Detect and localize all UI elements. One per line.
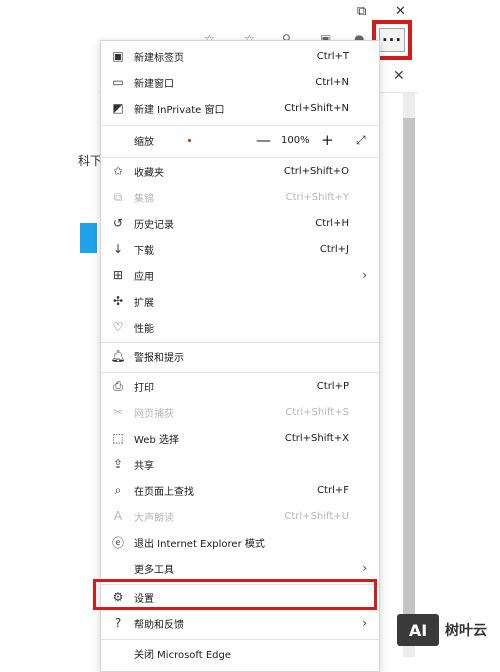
menu-item-extensions[interactable]: ✣ 扩展	[101, 288, 379, 314]
zoom-value: 100%	[281, 134, 310, 146]
menu-item-label: 大声朗读	[134, 512, 174, 524]
apps-icon: ⊞	[112, 268, 124, 282]
watermark-logo: AI	[397, 614, 439, 646]
menu-item-label: 集锦	[134, 193, 154, 205]
chevron-right-icon: ›	[362, 616, 367, 630]
menu-item-help-feedback[interactable]: ? 帮助和反馈 ›	[101, 610, 379, 636]
menu-item-shortcut: Ctrl+Shift+U	[284, 510, 349, 522]
zoom-label: 缩放	[134, 136, 154, 148]
zoom-in-button[interactable]: +	[321, 131, 334, 149]
menu-item-collections[interactable]: ⧉ 集锦 Ctrl+Shift+Y	[101, 184, 379, 210]
collections-icon: ⧉	[113, 189, 123, 204]
menu-item-shortcut: Ctrl+Shift+O	[283, 165, 349, 177]
menu-item-label: 新建窗口	[134, 78, 174, 90]
menu-item-history[interactable]: ↺ 历史记录 Ctrl+H	[101, 210, 379, 236]
menu-item-favorites[interactable]: ✩ 收藏夹 Ctrl+Shift+O	[101, 158, 379, 184]
download-icon: ↓	[112, 242, 124, 256]
menu-item-shortcut: Ctrl+Shift+N	[284, 102, 349, 114]
restore-window-button[interactable]: ⧉	[357, 4, 366, 19]
menu-item-performance[interactable]: ♡ 性能	[101, 314, 379, 340]
more-options-menu: ▣ 新建标签页 Ctrl+T ▭ 新建窗口 Ctrl+N ◩ 新建 InPriv…	[100, 40, 380, 672]
web-capture-icon: ✂	[112, 405, 124, 419]
menu-item-new-tab[interactable]: ▣ 新建标签页 Ctrl+T	[101, 43, 379, 69]
scrollbar-thumb[interactable]	[403, 118, 415, 638]
menu-item-apps[interactable]: ⊞ 应用 ›	[101, 262, 379, 288]
menu-divider	[101, 125, 379, 126]
menu-item-label: 更多工具	[134, 564, 174, 576]
menu-item-label: 共享	[134, 460, 154, 472]
menu-item-shortcut: Ctrl+Shift+S	[285, 406, 349, 418]
menu-item-shortcut: Ctrl+Shift+X	[284, 432, 349, 444]
menu-item-zoom: 缩放 — 100% + ⤢	[101, 127, 379, 153]
red-dot-marker	[188, 138, 191, 142]
page-text-fragment: 科下	[78, 154, 103, 168]
share-icon: ⇪	[112, 457, 124, 471]
watermark-text: 树叶云	[445, 623, 487, 639]
extensions-icon: ✣	[112, 294, 124, 308]
menu-item-shortcut: Ctrl+P	[316, 380, 349, 392]
bell-icon: 🔔︎	[110, 349, 126, 363]
menu-item-downloads[interactable]: ↓ 下载 Ctrl+J	[101, 236, 379, 262]
menu-item-label: 帮助和反馈	[134, 619, 184, 631]
tab-close-button[interactable]: ✕	[393, 68, 405, 84]
menu-item-label: 扩展	[134, 297, 154, 309]
ellipsis-icon: ···	[381, 31, 403, 49]
menu-item-read-aloud[interactable]: A 大声朗读 Ctrl+Shift+U	[101, 503, 379, 529]
menu-item-shortcut: Ctrl+N	[315, 76, 349, 88]
menu-item-shortcut: Ctrl+T	[316, 50, 349, 62]
print-icon: ⎙	[113, 378, 123, 393]
menu-item-label: 退出 Internet Explorer 模式	[134, 538, 265, 550]
menu-item-label: 历史记录	[134, 219, 174, 231]
menu-item-label: 网页捕获	[134, 408, 174, 420]
page-blue-block	[80, 223, 97, 253]
menu-item-web-capture[interactable]: ✂ 网页捕获 Ctrl+Shift+S	[101, 399, 379, 425]
menu-item-label: 关闭 Microsoft Edge	[134, 649, 232, 661]
inprivate-icon: ◩	[112, 101, 124, 115]
close-window-button[interactable]: ✕	[395, 4, 406, 19]
menu-item-more-tools[interactable]: 更多工具 ›	[101, 555, 379, 581]
menu-item-web-select[interactable]: ⬚ Web 选择 Ctrl+Shift+X	[101, 425, 379, 451]
menu-item-alerts[interactable]: 🔔︎ 警报和提示	[101, 343, 379, 369]
menu-item-label: 收藏夹	[134, 167, 164, 179]
menu-item-label: 性能	[134, 323, 154, 335]
read-aloud-icon: A	[113, 509, 123, 523]
menu-item-label: 新建标签页	[134, 52, 184, 64]
performance-icon: ♡	[112, 320, 124, 334]
favorites-icon: ✩	[112, 164, 124, 178]
menu-item-find-on-page[interactable]: ⌕ 在页面上查找 Ctrl+F	[101, 477, 379, 503]
menu-item-label: 新建 InPrivate 窗口	[134, 104, 225, 116]
menu-item-print[interactable]: ⎙ 打印 Ctrl+P	[101, 373, 379, 399]
menu-item-exit-ie-mode[interactable]: ⓔ 退出 Internet Explorer 模式	[101, 529, 379, 555]
menu-item-shortcut: Ctrl+J	[319, 243, 349, 255]
find-icon: ⌕	[114, 482, 122, 497]
menu-item-label: 应用	[134, 271, 154, 283]
menu-item-new-window[interactable]: ▭ 新建窗口 Ctrl+N	[101, 69, 379, 95]
fullscreen-icon[interactable]: ⤢	[356, 133, 366, 148]
help-icon: ?	[114, 616, 122, 630]
menu-item-label: 警报和提示	[134, 352, 184, 364]
web-select-icon: ⬚	[112, 431, 124, 445]
new-window-icon: ▭	[112, 75, 124, 89]
menu-item-shortcut: Ctrl+F	[317, 484, 349, 496]
menu-item-new-inprivate[interactable]: ◩ 新建 InPrivate 窗口 Ctrl+Shift+N	[101, 95, 379, 121]
settings-highlight-box	[93, 579, 377, 610]
menu-item-close-edge[interactable]: 关闭 Microsoft Edge	[101, 640, 379, 666]
history-icon: ↺	[112, 216, 124, 230]
zoom-out-button[interactable]: —	[256, 131, 271, 149]
menu-item-label: 下载	[134, 245, 154, 257]
menu-item-share[interactable]: ⇪ 共享	[101, 451, 379, 477]
new-tab-icon: ▣	[112, 49, 124, 63]
chevron-right-icon: ›	[362, 561, 367, 575]
menu-item-label: Web 选择	[134, 434, 179, 446]
menu-item-shortcut: Ctrl+H	[315, 217, 349, 229]
watermark: AI 树叶云	[397, 614, 487, 646]
menu-item-label: 在页面上查找	[134, 486, 194, 498]
ie-mode-icon: ⓔ	[111, 535, 124, 550]
menu-item-shortcut: Ctrl+Shift+Y	[285, 191, 349, 203]
chevron-right-icon: ›	[362, 268, 367, 282]
menu-item-label: 打印	[134, 382, 154, 394]
